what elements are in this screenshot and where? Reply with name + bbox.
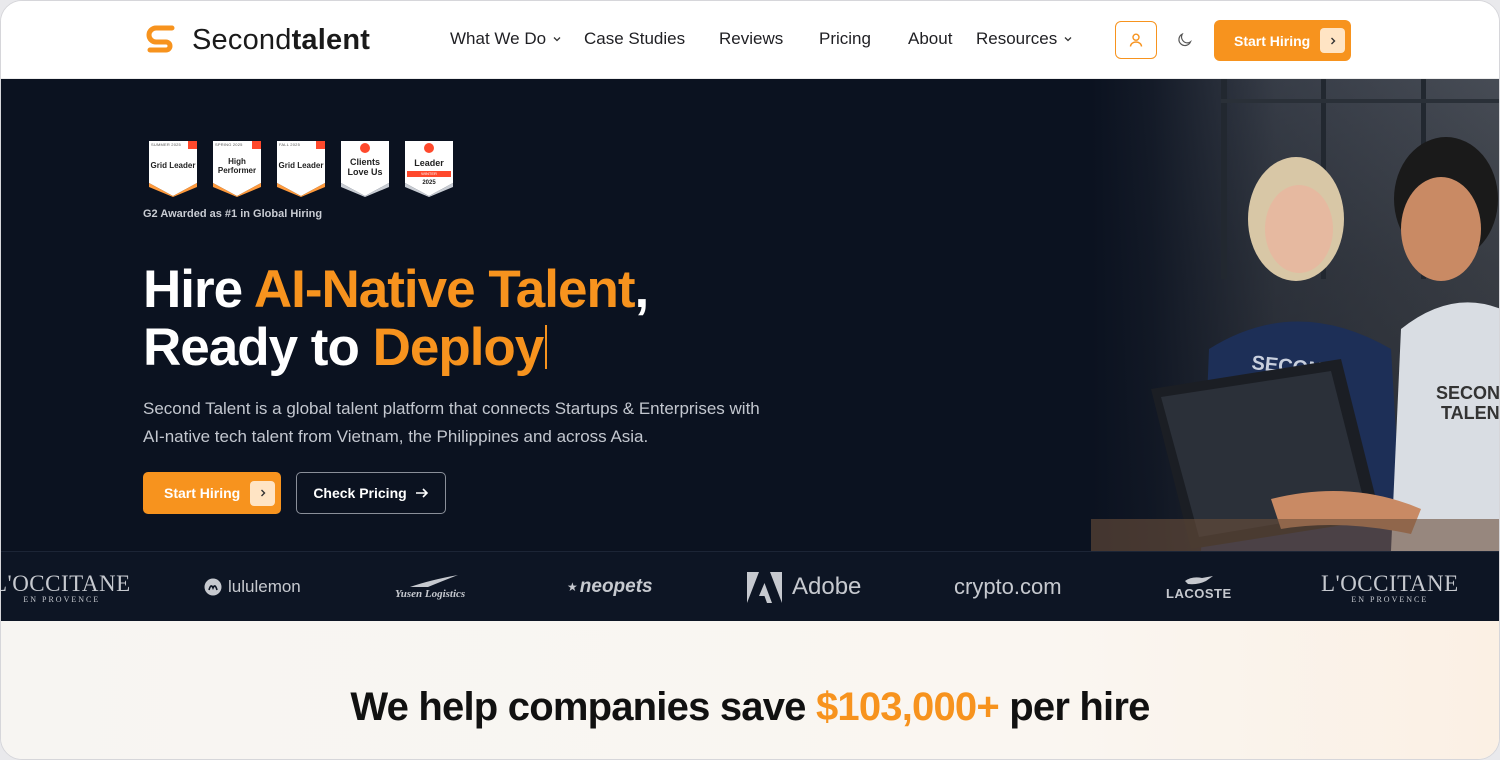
hero-headline: Hire AI-Native Talent, Ready to Deploy (143, 260, 649, 377)
hero-team-photo: SECOND TALENT SECOND TALENT (1091, 79, 1499, 551)
nav-resources[interactable]: Resources (976, 29, 1073, 49)
nav-label: Resources (976, 29, 1058, 48)
chevron-down-icon (553, 37, 561, 42)
client-logo-crypto: crypto.com (954, 574, 1062, 599)
client-logo-strip: L'OCCITANE EN PROVENCE lululemon Yusen L… (1, 551, 1499, 621)
chevron-down-icon (1064, 37, 1072, 42)
shirt-text-3: SECOND (1436, 383, 1499, 403)
client-logo-neopets: ★ neopets (567, 576, 653, 597)
nav-case-studies[interactable]: Case Studies (584, 29, 685, 49)
adobe-icon (747, 571, 782, 603)
client-logo-lacoste: LACOSTE (1166, 552, 1232, 622)
cta-label: Start Hiring (1234, 32, 1311, 49)
client-logo-loccitane-2: L'OCCITANE EN PROVENCE (1321, 570, 1459, 604)
hero-section: SECOND TALENT SECOND TALENT SUMMER 2025 … (1, 79, 1499, 551)
client-logo-yusen: Yusen Logistics (395, 552, 465, 622)
theme-toggle[interactable] (1173, 28, 1197, 52)
client-logo-adobe: Adobe (747, 552, 861, 622)
chevron-right-icon (1320, 28, 1346, 53)
g2-badge-grid-leader-summer: SUMMER 2025 Grid Leader (147, 139, 199, 197)
savings-heading: We help companies save $103,000+ per hir… (350, 685, 1150, 729)
browser-frame: Secondtalent What We Do Case Studies Rev… (0, 0, 1500, 760)
typing-caret (545, 325, 548, 369)
savings-section: We help companies save $103,000+ per hir… (1, 621, 1499, 759)
g2-badge-clients-love-us: Clients Love Us (339, 139, 391, 197)
top-navigation: Secondtalent What We Do Case Studies Rev… (1, 1, 1499, 79)
hero-subtitle: Second Talent is a global talent platfor… (143, 399, 760, 446)
nav-pricing[interactable]: Pricing (819, 29, 871, 49)
cta-label: Check Pricing (313, 485, 407, 501)
lululemon-icon (204, 578, 222, 596)
client-logo-loccitane: L'OCCITANE EN PROVENCE (0, 570, 131, 604)
g2-badges: SUMMER 2025 Grid Leader SPRING 2025 High… (147, 139, 455, 197)
nav-reviews[interactable]: Reviews (719, 29, 783, 49)
nav-what-we-do[interactable]: What We Do (450, 29, 562, 49)
nav-label: Reviews (719, 29, 784, 48)
nav-label: Case Studies (584, 29, 686, 48)
g2-badge-grid-leader-fall: FALL 2025 Grid Leader (275, 139, 327, 197)
nav-label: What We Do (450, 29, 547, 48)
brand-wordmark: Secondtalent (192, 23, 371, 56)
crocodile-icon (1184, 575, 1213, 584)
moon-icon (1178, 32, 1192, 47)
nav-about[interactable]: About (908, 29, 952, 49)
g2-badge-high-performer: SPRING 2025 High Performer (211, 139, 263, 197)
yusen-wing-icon (410, 575, 459, 587)
g2-badge-leader-winter: Leader WINTER 2025 (403, 139, 455, 197)
cta-label: Start Hiring (164, 485, 241, 501)
shirt-text-4: TALENT (1441, 403, 1499, 423)
user-icon (1129, 33, 1143, 47)
start-hiring-button[interactable]: Start Hiring (143, 472, 281, 514)
star-icon: ★ (567, 580, 578, 594)
nav-label: Pricing (819, 29, 871, 48)
arrow-right-icon (415, 488, 428, 498)
g2-caption: G2 Awarded as #1 in Global Hiring (143, 208, 323, 220)
check-pricing-button[interactable]: Check Pricing (296, 472, 446, 514)
brand-logo[interactable]: Secondtalent (142, 20, 370, 60)
nav-label: About (908, 29, 953, 48)
client-logo-lululemon: lululemon (204, 552, 301, 622)
chevron-right-icon (250, 480, 276, 506)
login-button[interactable] (1115, 21, 1157, 59)
secondtalent-logo-icon (146, 25, 175, 53)
start-hiring-nav-button[interactable]: Start Hiring (1214, 20, 1351, 61)
